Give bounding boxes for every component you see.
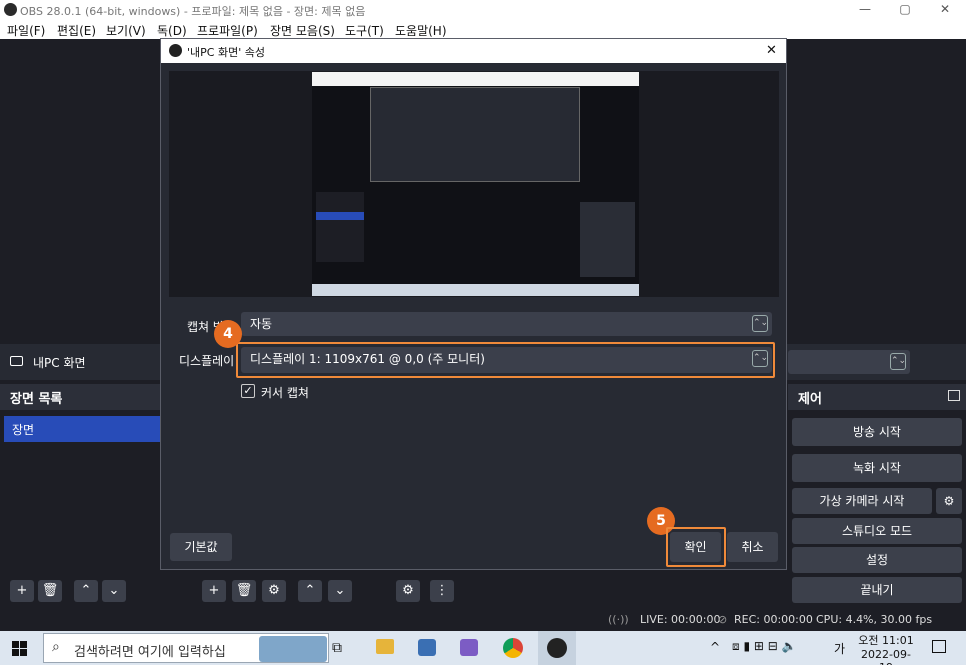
menu-bar: 파일(F) 편집(E) 보기(V) 독(D) 프로파일(P) 장면 모음(S) … [0, 20, 966, 39]
scenes-dock: 장면 목록 장면 + 🗑 ⌃ ⌄ [0, 384, 160, 609]
cpu-fps: CPU: 4.4%, 30.00 fps [816, 613, 933, 626]
display-select[interactable]: 디스플레이 1: 1109x761 @ 0,0 (주 모니터) ⌃⌄ [241, 347, 772, 373]
start-recording-button[interactable]: 녹화 시작 [792, 454, 962, 482]
move-up-button[interactable]: ⌃ [74, 580, 98, 602]
minimize-button[interactable]: — [850, 2, 880, 16]
rec-time: REC: 00:00:00 [734, 613, 813, 626]
dialog-close-button[interactable]: ✕ [766, 43, 777, 58]
maximize-button[interactable]: ▢ [890, 2, 920, 16]
chevron-updown-icon: ⌃⌄ [752, 350, 768, 367]
preview-window-bar [312, 72, 639, 86]
mixer-settings-button[interactable]: ⚙ [396, 580, 420, 602]
monitor-icon [10, 356, 23, 366]
clock-date: 2022-09-19 [861, 648, 911, 665]
file-explorer-icon[interactable] [376, 639, 394, 654]
cancel-button[interactable]: 취소 [727, 532, 778, 562]
remove-scene-button[interactable]: 🗑 [38, 580, 62, 602]
app2-icon[interactable] [460, 639, 478, 656]
settings-button[interactable]: 설정 [792, 547, 962, 573]
clock-time: 오전 11:01 [858, 634, 914, 647]
app-icon[interactable] [418, 639, 436, 656]
ok-button[interactable]: 확인 [670, 532, 721, 562]
menu-edit[interactable]: 편집(E) [57, 22, 96, 39]
rec-icon: ⊘ [718, 613, 728, 626]
move-down-button[interactable]: ⌄ [102, 580, 126, 602]
source-up-button[interactable]: ⌃ [298, 580, 322, 602]
preview-nested-dialog [370, 87, 580, 182]
taskbar: ⌕ 검색하려면 여기에 입력하십 ⧉ ^ ⧈ ▮ ⊞ ⊟ 🔈 가 오전 11:0… [0, 631, 966, 665]
preview-scenes [316, 192, 364, 262]
obs-logo-icon [4, 3, 17, 16]
remove-source-button[interactable]: 🗑 [232, 580, 256, 602]
notification-icon[interactable] [932, 640, 946, 653]
menu-view[interactable]: 보기(V) [106, 22, 146, 39]
scenes-title: 장면 목록 [0, 384, 160, 410]
capture-method-select[interactable]: 자동 ⌃⌄ [241, 312, 772, 336]
chevron-updown-icon: ⌃⌄ [752, 315, 768, 332]
exit-button[interactable]: 끝내기 [792, 577, 962, 603]
display-value: 디스플레이 1: 1109x761 @ 0,0 (주 모니터) [250, 352, 485, 366]
live-broadcast-icon: ((·)) [608, 613, 629, 626]
capture-cursor-label: 커서 캡쳐 [261, 386, 309, 400]
menu-profile[interactable]: 프로파일(P) [197, 22, 258, 39]
task-view-icon[interactable]: ⧉ [332, 640, 342, 656]
chrome-icon[interactable] [503, 638, 523, 658]
status-bar: ((·)) LIVE: 00:00:00 ⊘ REC: 00:00:00 CPU… [0, 609, 966, 631]
capture-method-value: 자동 [250, 317, 273, 331]
studio-mode-button[interactable]: 스튜디오 모드 [792, 518, 962, 544]
preview-screen [312, 72, 639, 296]
start-virtual-camera-button[interactable]: 가상 카메라 시작 [792, 488, 932, 514]
add-source-button[interactable]: + [202, 580, 226, 602]
source-name: 내PC 화면 [33, 356, 86, 370]
display-label: 디스플레이 [179, 354, 235, 368]
tray-overflow-icon[interactable]: ^ [710, 640, 720, 654]
menu-help[interactable]: 도움말(H) [395, 22, 447, 39]
source-toolbar-combo[interactable]: ⌃⌄ [788, 350, 910, 374]
menu-tools[interactable]: 도구(T) [345, 22, 384, 39]
dialog-title: '내PC 화면' 속성 [187, 46, 265, 59]
window-titlebar: OBS 28.0.1 (64-bit, windows) - 프로파일: 제목 … [0, 0, 966, 20]
windows-start-icon[interactable] [12, 641, 27, 656]
source-settings-button[interactable]: ⚙ [262, 580, 286, 602]
live-time: LIVE: 00:00:00 [640, 613, 721, 626]
undock-icon[interactable] [948, 390, 960, 401]
clock[interactable]: 오전 11:01 2022-09-19 [856, 632, 916, 665]
step-badge-4: 4 [214, 320, 242, 348]
obs-logo-icon [547, 638, 567, 658]
tray-icons[interactable]: ⧈ ▮ ⊞ ⊟ 🔈 [732, 639, 797, 654]
search-icon: ⌕ [52, 639, 60, 655]
controls-title: 제어 [788, 384, 966, 410]
preview-scene-selected [316, 212, 364, 220]
preview-controls [580, 202, 635, 277]
source-down-button[interactable]: ⌄ [328, 580, 352, 602]
search-placeholder: 검색하려면 여기에 입력하십 [74, 645, 226, 660]
capture-preview [169, 71, 779, 297]
scene-item[interactable]: 장면 [4, 416, 160, 442]
obs-logo-icon [169, 44, 182, 57]
virtual-camera-settings-gear-icon[interactable]: ⚙ [936, 488, 962, 514]
controls-dock: 제어 방송 시작 녹화 시작 가상 카메라 시작 ⚙ 스튜디오 모드 설정 끝내… [788, 384, 966, 609]
chevron-updown-icon: ⌃⌄ [890, 353, 906, 370]
mixer-menu-button[interactable]: ⋮ [430, 580, 454, 602]
menu-dock[interactable]: 독(D) [157, 22, 187, 39]
window-title: OBS 28.0.1 (64-bit, windows) - 프로파일: 제목 … [20, 5, 366, 18]
menu-scene-collection[interactable]: 장면 모음(S) [270, 22, 335, 39]
add-scene-button[interactable]: + [10, 580, 34, 602]
taskbar-search[interactable]: ⌕ 검색하려면 여기에 입력하십 [43, 633, 329, 663]
ime-indicator[interactable]: 가 [834, 640, 845, 657]
menu-file[interactable]: 파일(F) [7, 22, 45, 39]
preview-taskbar [312, 284, 639, 296]
start-streaming-button[interactable]: 방송 시작 [792, 418, 962, 446]
defaults-button[interactable]: 기본값 [170, 533, 232, 561]
search-highlight-image [259, 636, 327, 662]
properties-dialog: '내PC 화면' 속성 ✕ 캡쳐 방 자동 ⌃⌄ 디스플레이 디스플레이 1: … [160, 38, 787, 570]
capture-cursor-checkbox[interactable]: ✓ [241, 384, 255, 398]
obs-taskbar-button[interactable] [538, 631, 576, 665]
close-button[interactable]: ✕ [930, 2, 960, 16]
dialog-titlebar: '내PC 화면' 속성 ✕ [161, 39, 786, 63]
